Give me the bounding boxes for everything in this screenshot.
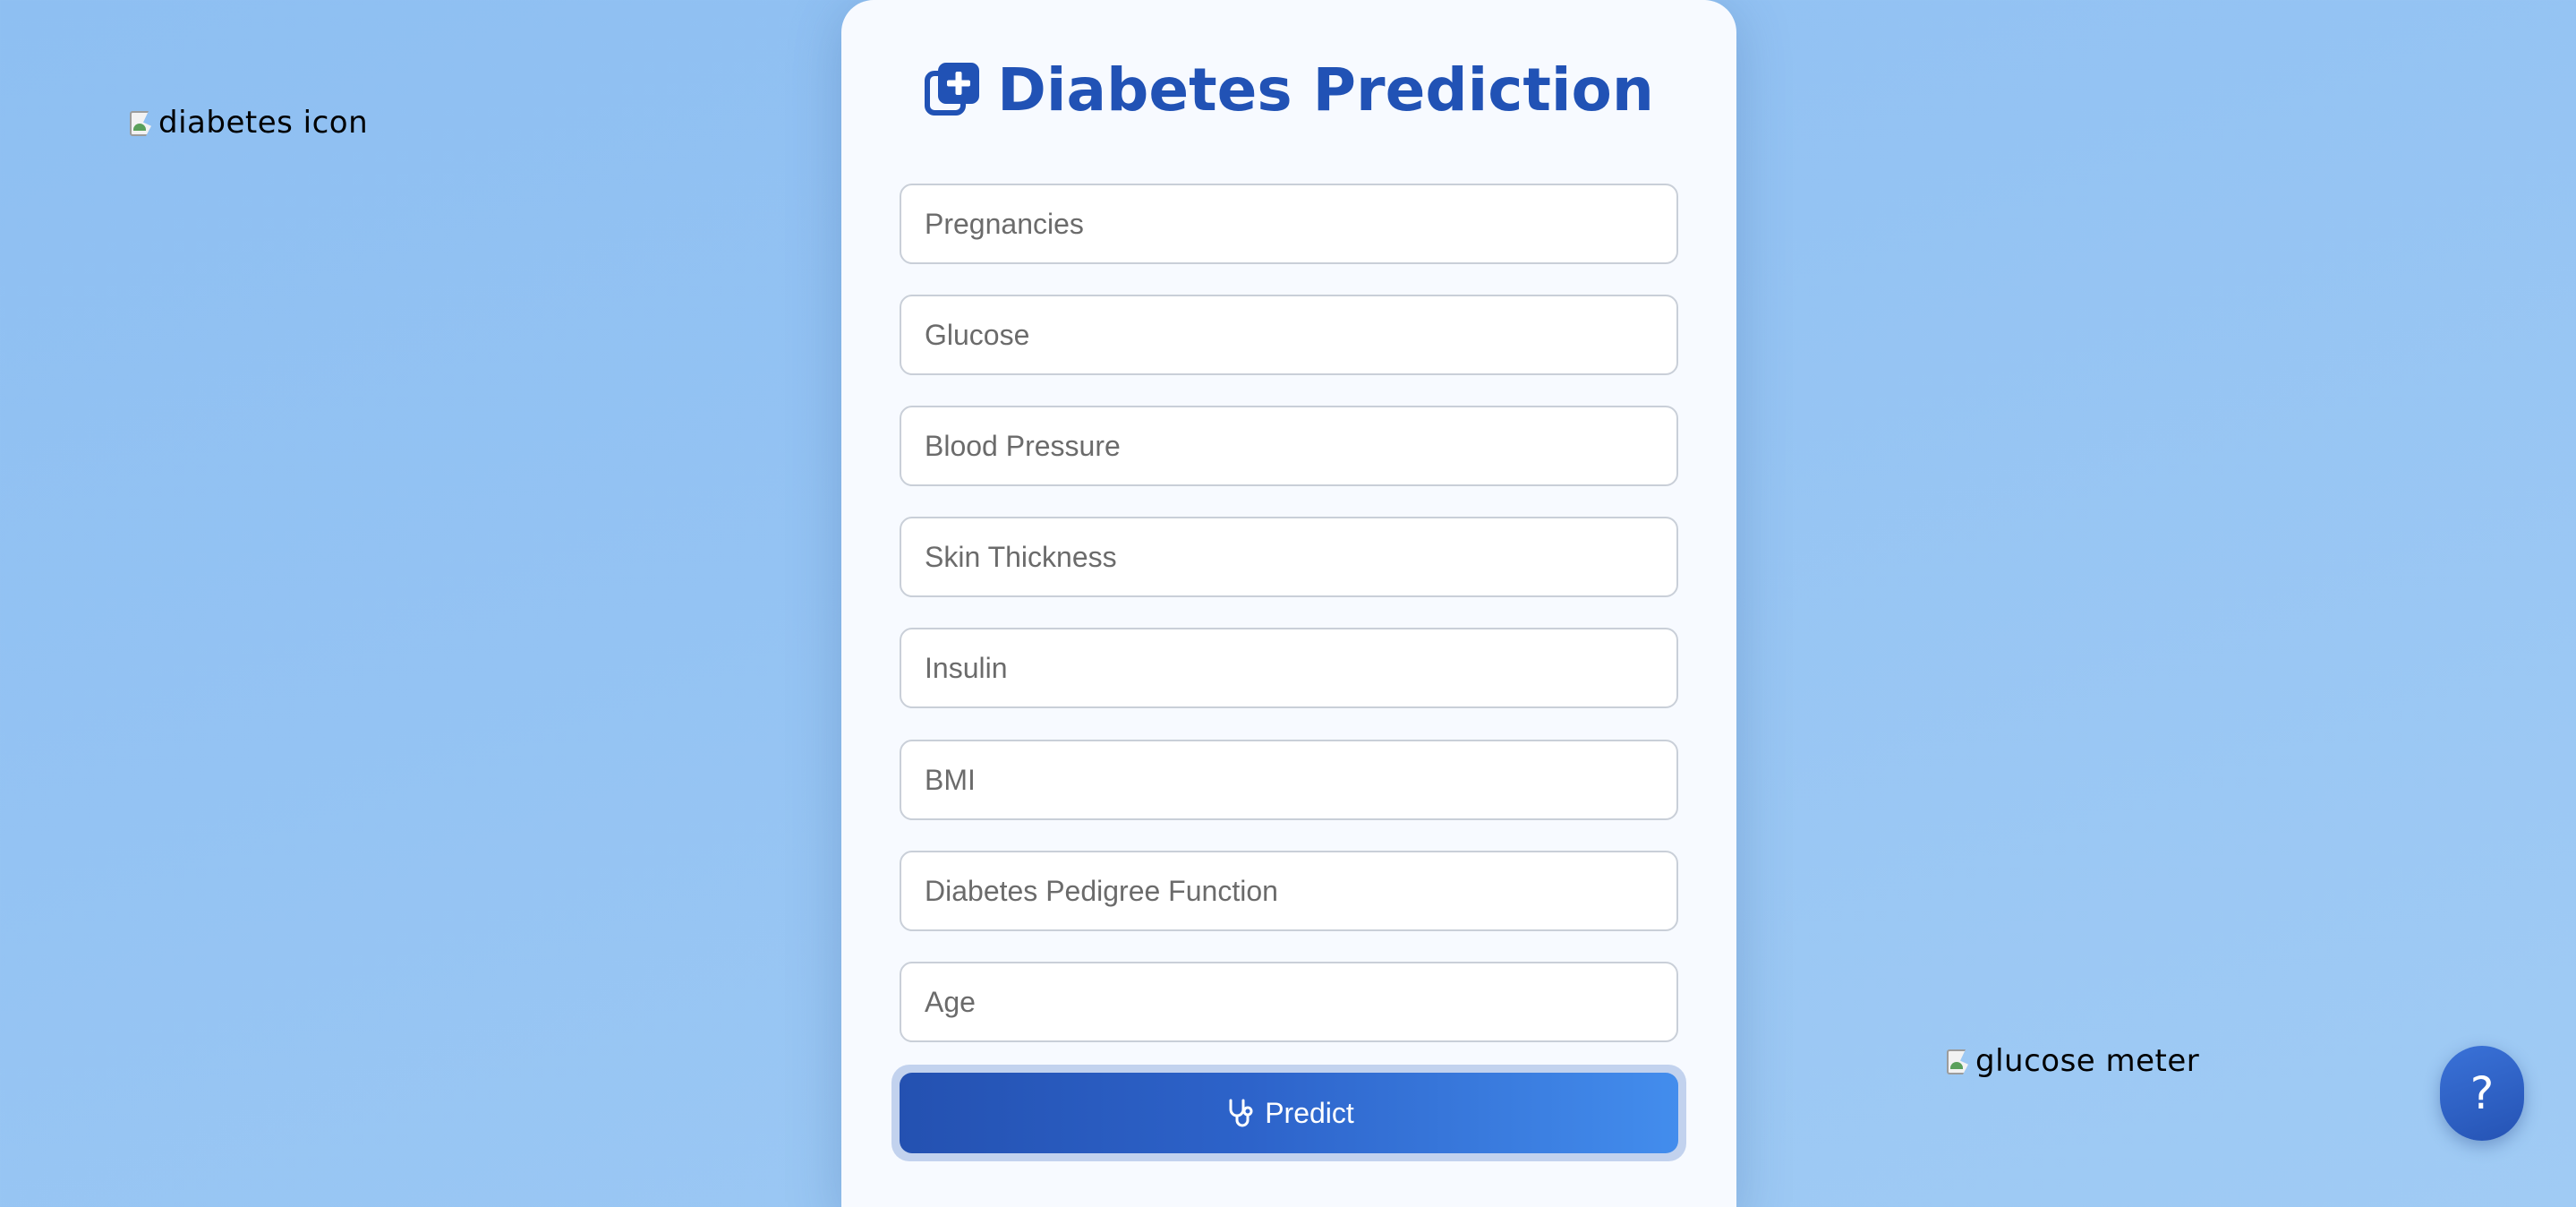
- pregnancies-input[interactable]: [900, 184, 1678, 264]
- diabetes-icon-image: diabetes icon: [128, 105, 368, 141]
- blood-pressure-input[interactable]: [900, 406, 1678, 486]
- predict-button[interactable]: Predict: [900, 1073, 1678, 1153]
- diabetes-pedigree-function-input[interactable]: [900, 851, 1678, 931]
- predict-button-label: Predict: [1265, 1096, 1354, 1129]
- age-input[interactable]: [900, 962, 1678, 1042]
- insulin-input[interactable]: [900, 628, 1678, 708]
- medical-plus-icon: [925, 62, 980, 116]
- broken-image-icon: [128, 107, 157, 138]
- stethoscope-icon: [1229, 1099, 1253, 1127]
- help-button-label: ?: [2469, 1067, 2495, 1119]
- prediction-card: Diabetes Prediction Predict: [841, 0, 1736, 1207]
- help-button[interactable]: ?: [2440, 1046, 2524, 1141]
- broken-image-icon: [1945, 1046, 1974, 1076]
- skin-thickness-input[interactable]: [900, 517, 1678, 597]
- glucose-meter-alt-text: glucose meter: [1975, 1043, 2200, 1079]
- page-title: Diabetes Prediction: [841, 56, 1736, 124]
- predict-button-focus-ring: Predict: [891, 1065, 1686, 1161]
- bmi-input[interactable]: [900, 740, 1678, 820]
- page-title-text: Diabetes Prediction: [997, 56, 1654, 124]
- glucose-input[interactable]: [900, 295, 1678, 375]
- diabetes-icon-alt-text: diabetes icon: [158, 105, 369, 141]
- glucose-meter-image: glucose meter: [1945, 1043, 2199, 1079]
